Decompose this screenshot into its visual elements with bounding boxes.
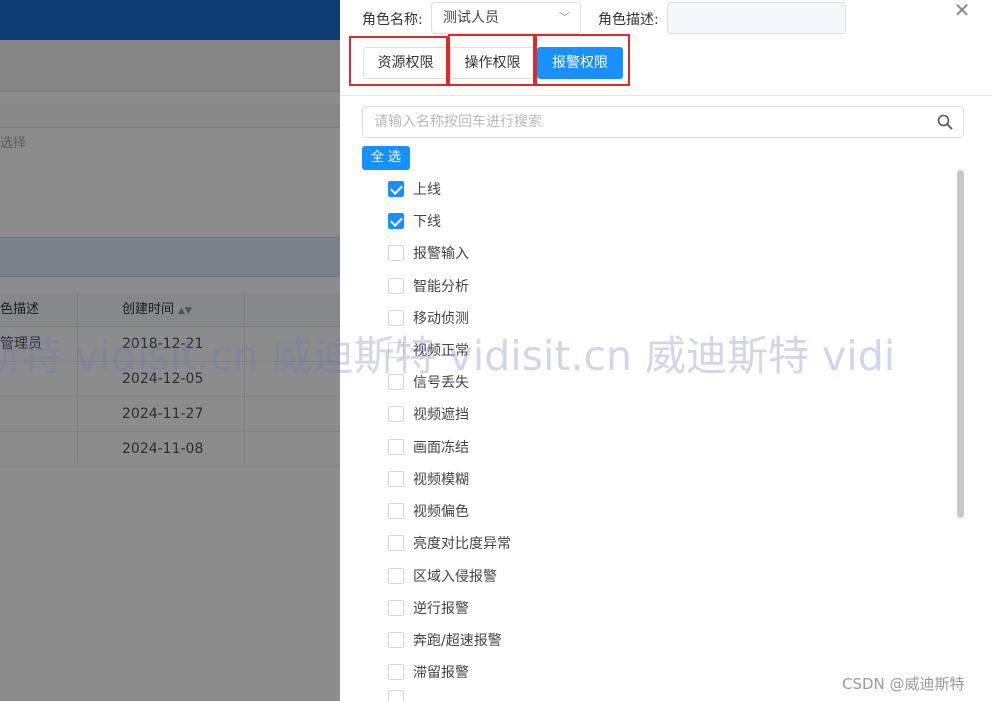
role-name-select[interactable]: 测试人员 ﹀ [431,2,581,34]
checkbox[interactable] [388,503,404,519]
list-item[interactable]: 画面冻结 [388,436,469,458]
modal-overlay[interactable] [0,0,340,701]
select-all-button[interactable]: 全 选 [362,146,410,170]
list-item-label: 视频偏色 [413,504,469,520]
list-item-label: 滞留报警 [413,665,469,681]
list-item-label: 画面冻结 [413,440,469,456]
list-item[interactable]: 移动侦测 [388,307,469,329]
checkbox[interactable] [388,181,404,197]
list-item-label: 上线 [413,182,441,198]
list-item[interactable]: 视频模糊 [388,468,469,490]
role-name-value: 测试人员 [443,10,499,26]
list-item[interactable]: 信号丢失 [388,371,469,393]
role-name-label: 角色名称: [362,12,423,28]
csdn-credit-text: CSDN @威迪斯特 [842,675,965,693]
list-item-label: 逆行报警 [413,601,469,617]
alarm-search-box [362,106,964,138]
list-scrollbar[interactable] [957,170,964,701]
checkbox[interactable] [388,406,404,422]
close-icon[interactable]: ✕ [952,0,972,20]
highlight-box [535,34,630,86]
checkbox[interactable] [388,310,404,326]
highlight-box [349,36,448,86]
list-item[interactable]: 逆行报警 [388,597,469,619]
role-permission-drawer: ✕ 角色名称: 测试人员 ﹀ 角色描述: 资源权限 操作权限 报警权限 全 选 … [340,0,992,701]
list-item-label: 区域入侵报警 [413,569,497,585]
list-item-label: 信号丢失 [413,375,469,391]
list-item[interactable]: 智能分析 [388,275,469,297]
highlight-box [448,34,535,86]
checkbox[interactable] [388,632,404,648]
alarm-search-input[interactable] [363,107,923,137]
list-item[interactable]: 视频正常 [388,339,469,361]
checkbox[interactable] [388,213,404,229]
checkbox[interactable] [388,664,404,680]
list-item-label: 报警输入 [413,246,469,262]
checkbox[interactable] [388,600,404,616]
list-item[interactable]: 上线 [388,178,441,200]
checkbox[interactable] [388,568,404,584]
role-description-label: 角色描述: [598,12,659,28]
list-item-label: 移动侦测 [413,311,469,327]
checkbox[interactable] [388,535,404,551]
list-item[interactable]: 报警输入 [388,242,469,264]
list-item-label: 视频模糊 [413,472,469,488]
list-item-label: 视频正常 [413,343,469,359]
list-item[interactable]: 视频遮挡 [388,403,469,425]
checkbox[interactable] [388,690,404,701]
divider [340,95,992,96]
role-form-row: 角色名称: 测试人员 ﹀ 角色描述: [362,2,882,34]
checkbox[interactable] [388,278,404,294]
list-item-label: 下线 [413,214,441,230]
checkbox[interactable] [388,342,404,358]
list-item-label: 亮度对比度异常 [413,536,511,552]
list-item-label: 视频遮挡 [413,407,469,423]
search-icon[interactable] [937,114,953,130]
list-item-label: 奔跑/超速报警 [413,633,502,649]
list-item[interactable]: 区域入侵报警 [388,565,497,587]
checkbox[interactable] [388,374,404,390]
list-item-label: 智能分析 [413,279,469,295]
chevron-down-icon: ﹀ [559,11,570,24]
checkbox[interactable] [388,471,404,487]
list-item[interactable]: 滞留报警 [388,661,469,683]
role-description-input[interactable] [667,2,846,34]
list-item[interactable] [388,690,413,701]
list-item[interactable]: 视频偏色 [388,500,469,522]
list-item[interactable]: 亮度对比度异常 [388,532,511,554]
list-item[interactable]: 下线 [388,210,441,232]
scrollbar-thumb[interactable] [957,170,964,518]
checkbox[interactable] [388,439,404,455]
list-item[interactable]: 奔跑/超速报警 [388,629,502,651]
checkbox[interactable] [388,245,404,261]
